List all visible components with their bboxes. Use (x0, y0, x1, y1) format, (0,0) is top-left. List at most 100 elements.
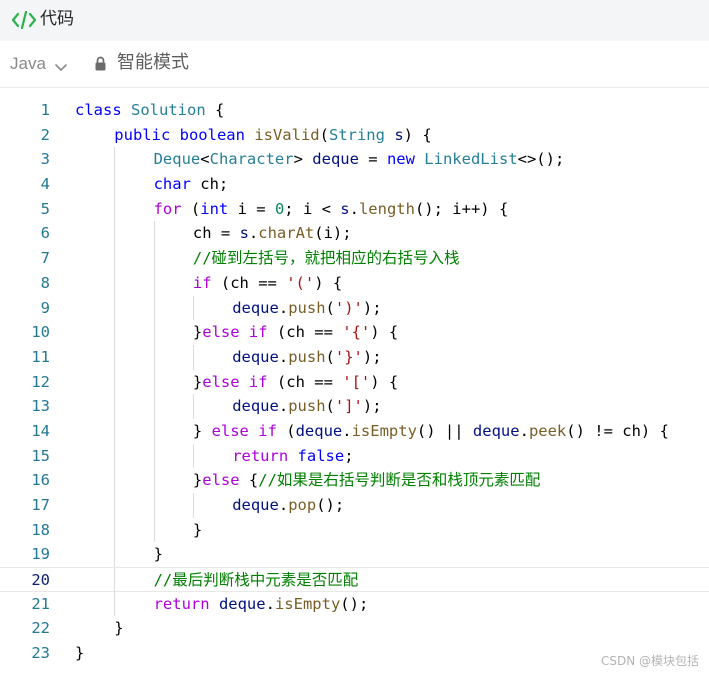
code-text: Deque<Character> deque = new LinkedList<… (153, 150, 565, 169)
line-number: 1 (40, 101, 50, 119)
indent-guide (114, 468, 116, 493)
indent-guide (192, 493, 194, 518)
indent-guide (153, 246, 155, 271)
code-line[interactable]: 4 char ch; (0, 172, 709, 197)
code-line[interactable]: 12 }else if (ch == '[') { (0, 369, 709, 395)
code-line[interactable]: 8 if (ch == '(') { (0, 270, 709, 296)
code-line[interactable]: 11 deque.push('}'); (0, 344, 709, 370)
code-line[interactable]: 7 //碰到左括号，就把相应的右括号入栈 (0, 246, 709, 271)
line-number: 14 (31, 421, 50, 440)
code-line[interactable]: 6 ch = s.charAt(i); (0, 221, 709, 247)
code-text: //最后判断栈中元素是否匹配 (153, 571, 359, 590)
indent-guide (114, 295, 116, 321)
line-number: 13 (31, 397, 50, 416)
indent-guide (192, 394, 194, 419)
code-line[interactable]: 15 return false; (0, 443, 709, 469)
code-line[interactable]: 10 }else if (ch == '{') { (0, 320, 709, 345)
code-line[interactable]: 18} (0, 517, 709, 543)
chevron-down-icon[interactable] (54, 58, 68, 71)
code-line[interactable]: 16}else {//如果是右括号判断是否和栈顶元素匹配 (0, 468, 709, 493)
indent-guide (114, 196, 116, 222)
line-number: 12 (31, 372, 50, 391)
indent-guide (153, 394, 155, 419)
line-number: 4 (40, 175, 50, 194)
code-text: deque.pop(); (232, 496, 345, 514)
line-number: 11 (31, 347, 50, 366)
code-tab[interactable]: 代码 (40, 8, 74, 30)
language-select[interactable]: Java (10, 53, 46, 75)
code-line[interactable]: 13 deque.push(']'); (0, 394, 709, 419)
indent-guide (153, 493, 155, 518)
line-number: 16 (31, 471, 50, 490)
line-number: 2 (40, 125, 50, 144)
editor-tab-bar: 代码 (0, 0, 709, 41)
line-number: 21 (31, 594, 50, 613)
indent-guide (192, 344, 194, 370)
code-text: deque.push('}'); (232, 347, 382, 366)
indent-guide (114, 418, 116, 444)
code-text: }else if (ch == '[') { (192, 372, 399, 391)
line-number: 7 (40, 249, 50, 268)
code-line[interactable]: 14 } else if (deque.isEmpty() || deque.pe… (0, 418, 709, 444)
smart-mode-toggle[interactable]: 智能模式 (117, 52, 189, 74)
indent-guide (153, 270, 155, 296)
line-number: 17 (31, 496, 50, 514)
indent-guide (153, 369, 155, 395)
line-number: 9 (40, 298, 50, 317)
indent-guide (114, 320, 116, 345)
code-line[interactable]: 17 deque.pop(); (0, 493, 709, 518)
indent-guide (153, 443, 155, 469)
code-line[interactable]: 9 deque.push(')'); (0, 295, 709, 321)
indent-guide (114, 542, 116, 568)
code-line[interactable]: 5 for (int i = 0; i < s.length(); i++) { (0, 196, 709, 222)
code-line[interactable]: 20 //最后判断栈中元素是否匹配 (0, 567, 709, 593)
code-line[interactable]: 1 class Solution { (0, 98, 709, 123)
indent-guide (192, 443, 194, 469)
code-text: }else if (ch == '{') { (192, 323, 399, 342)
indent-guide (114, 270, 116, 296)
indent-guide (114, 246, 116, 271)
code-text: char ch; (153, 175, 229, 194)
code-editor[interactable]: 1 class Solution { 2 public boolean isValid… (0, 98, 709, 666)
editor-toolbar: Java 智能模式 (0, 41, 709, 88)
line-number: 3 (40, 150, 50, 169)
code-line[interactable]: 19} (0, 542, 709, 568)
line-number: 20 (31, 571, 50, 590)
indent-guide (192, 295, 194, 321)
code-line[interactable]: 22} (0, 616, 709, 641)
indent-guide (114, 394, 116, 419)
code-text: public boolean isValid(String s) { (114, 125, 432, 144)
code-line[interactable]: 21 return deque.isEmpty(); (0, 591, 709, 617)
code-line[interactable]: 3 Deque<Character> deque = new LinkedList… (0, 147, 709, 173)
code-text: return deque.isEmpty(); (153, 594, 369, 613)
code-brackets-icon (11, 9, 37, 31)
indent-guide (114, 369, 116, 395)
code-text: ch = s.charAt(i); (192, 224, 352, 243)
line-number: 15 (31, 446, 50, 465)
line-number: 8 (40, 273, 50, 292)
indent-guide (114, 221, 116, 247)
indent-guide (114, 591, 116, 617)
line-number: 10 (31, 323, 50, 342)
indent-guide (153, 418, 155, 444)
indent-guide (114, 517, 116, 543)
code-text: } else if (deque.isEmpty() || deque.peek… (192, 421, 669, 440)
code-text: deque.push(')'); (232, 298, 382, 317)
code-text: } (114, 619, 124, 638)
code-text: //碰到左括号，就把相应的右括号入栈 (192, 249, 460, 268)
indent-guide (153, 320, 155, 345)
indent-guide (114, 568, 116, 593)
indent-guide (153, 221, 155, 247)
code-line[interactable]: 2 public boolean isValid(String s) { (0, 123, 709, 148)
code-text: return false; (232, 446, 354, 465)
indent-guide (114, 172, 116, 197)
indent-guide (153, 344, 155, 370)
indent-guide (153, 517, 155, 543)
line-number: 6 (40, 224, 50, 243)
line-number: 18 (31, 520, 50, 539)
indent-guide (153, 295, 155, 321)
code-text: if (ch == '(') { (192, 273, 343, 292)
line-number: 22 (31, 619, 50, 638)
indent-guide (153, 468, 155, 493)
line-number: 5 (40, 199, 50, 218)
